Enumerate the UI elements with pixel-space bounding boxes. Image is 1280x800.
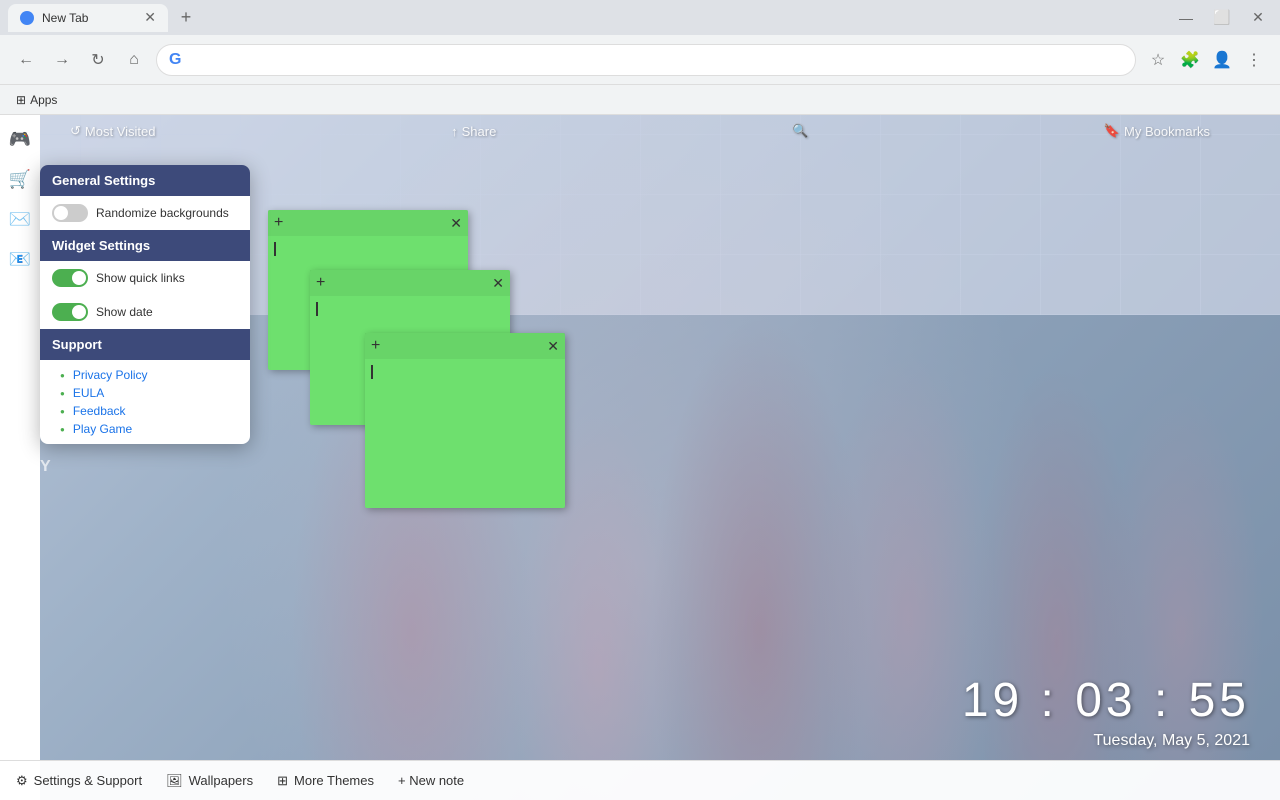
sidebar-icon-gmail[interactable]: ✉️ — [4, 203, 36, 235]
randomize-bg-toggle[interactable] — [52, 204, 88, 222]
extensions-icon[interactable]: 🧩 — [1176, 46, 1204, 74]
y-label: Y — [40, 458, 51, 476]
maximize-button[interactable]: ⬜ — [1208, 4, 1236, 32]
sticky-note-1-add[interactable]: + — [274, 214, 283, 232]
settings-support-button[interactable]: ⚙ Settings & Support — [16, 773, 142, 789]
wallpapers-label: Wallpapers — [189, 773, 254, 788]
back-button[interactable]: ← — [12, 46, 40, 74]
sticky-note-2-add[interactable]: + — [316, 274, 325, 292]
settings-gear-icon: ⚙ — [16, 773, 28, 789]
general-settings-header: General Settings — [40, 165, 250, 196]
sticky-cursor-2 — [316, 302, 318, 316]
sidebar-icon-games[interactable]: 🎮 — [4, 123, 36, 155]
forward-button[interactable]: → — [48, 46, 76, 74]
sticky-note-3-add[interactable]: + — [371, 337, 380, 355]
top-navigation: ↺ Most Visited ↑ Share 🔍 🔖 My Bookmarks — [50, 123, 1230, 139]
minimize-button[interactable]: — — [1172, 4, 1200, 32]
new-note-button[interactable]: + New note — [398, 773, 464, 788]
star-icon[interactable]: ☆ — [1144, 46, 1172, 74]
show-quick-links-label: Show quick links — [96, 271, 185, 285]
sticky-note-3-header: + ✕ — [365, 333, 565, 359]
google-logo: G — [169, 51, 181, 69]
new-note-label: + New note — [398, 773, 464, 788]
share-link[interactable]: ↑ Share — [451, 124, 496, 139]
most-visited-icon: ↺ — [70, 123, 81, 139]
privacy-policy-link[interactable]: Privacy Policy — [73, 368, 148, 382]
browser-frame: New Tab ✕ + — ⬜ ✕ ← → ↻ ⌂ G ☆ 🧩 👤 ⋮ ⊞ Ap — [0, 0, 1280, 800]
menu-icon[interactable]: ⋮ — [1240, 46, 1268, 74]
show-date-label: Show date — [96, 305, 153, 319]
share-label: Share — [462, 124, 497, 139]
eula-link[interactable]: EULA — [73, 386, 104, 400]
account-icon[interactable]: 👤 — [1208, 46, 1236, 74]
apps-bookmark[interactable]: ⊞ Apps — [8, 91, 65, 109]
clock-widget: 19 : 03 : 55 Tuesday, May 5, 2021 — [962, 673, 1250, 750]
title-bar-controls: — ⬜ ✕ — [1172, 4, 1272, 32]
bookmarks-icon: 🔖 — [1104, 123, 1120, 139]
clock-time: 19 : 03 : 55 — [962, 673, 1250, 728]
tab-close-button[interactable]: ✕ — [144, 9, 156, 26]
show-date-row: Show date — [40, 295, 250, 329]
sticky-note-2-close[interactable]: ✕ — [492, 275, 504, 292]
close-button[interactable]: ✕ — [1244, 4, 1272, 32]
url-input[interactable] — [187, 52, 1123, 68]
address-bar: ← → ↻ ⌂ G ☆ 🧩 👤 ⋮ — [0, 35, 1280, 85]
bottom-bar: ⚙ Settings & Support 🖼 Wallpapers ⊞ More… — [0, 760, 1280, 800]
clock-date: Tuesday, May 5, 2021 — [962, 732, 1250, 750]
randomize-bg-label: Randomize backgrounds — [96, 206, 229, 220]
randomize-bg-row: Randomize backgrounds — [40, 196, 250, 230]
support-header: Support — [40, 329, 250, 360]
show-quick-links-row: Show quick links — [40, 261, 250, 295]
main-content: 🎮 🛒 ✉️ 📧 Y ↺ Most Visited ↑ Share 🔍 🔖 My… — [0, 115, 1280, 800]
sidebar-icons: 🎮 🛒 ✉️ 📧 Y — [0, 115, 40, 800]
home-button[interactable]: ⌂ — [120, 46, 148, 74]
more-themes-button[interactable]: ⊞ More Themes — [277, 773, 374, 789]
tab-favicon — [20, 11, 34, 25]
settings-support-label: Settings & Support — [34, 773, 142, 788]
settings-panel: General Settings Randomize backgrounds W… — [40, 165, 250, 444]
url-bar[interactable]: G — [156, 44, 1136, 76]
title-bar: New Tab ✕ + — ⬜ ✕ — [0, 0, 1280, 35]
apps-grid-icon: ⊞ — [16, 93, 26, 107]
most-visited-link[interactable]: ↺ Most Visited — [70, 123, 155, 139]
sticky-note-3[interactable]: + ✕ — [365, 333, 565, 508]
tab-title: New Tab — [42, 11, 88, 25]
feedback-link[interactable]: Feedback — [73, 404, 126, 418]
search-icon: 🔍 — [792, 123, 808, 139]
share-icon: ↑ — [451, 124, 458, 139]
my-bookmarks-link[interactable]: 🔖 My Bookmarks — [1104, 123, 1210, 139]
show-quick-links-toggle[interactable] — [52, 269, 88, 287]
wallpaper-icon: 🖼 — [166, 773, 183, 789]
bookmarks-bar: ⊞ Apps — [0, 85, 1280, 115]
sidebar-icon-amazon[interactable]: 🛒 — [4, 163, 36, 195]
sticky-cursor-3 — [371, 365, 373, 379]
widget-settings-header: Widget Settings — [40, 230, 250, 261]
play-game-link[interactable]: Play Game — [73, 422, 132, 436]
new-tab-button[interactable]: + — [172, 4, 200, 32]
sticky-note-1-header: + ✕ — [268, 210, 468, 236]
search-center-icon[interactable]: 🔍 — [792, 123, 808, 139]
sticky-note-1-close[interactable]: ✕ — [450, 215, 462, 232]
sticky-cursor-1 — [274, 242, 276, 256]
wallpapers-button[interactable]: 🖼 Wallpapers — [166, 773, 253, 789]
browser-tab[interactable]: New Tab ✕ — [8, 4, 168, 32]
most-visited-label: Most Visited — [85, 124, 156, 139]
address-bar-icons: ☆ 🧩 👤 ⋮ — [1144, 46, 1268, 74]
sticky-note-3-close[interactable]: ✕ — [547, 338, 559, 355]
sticky-note-2-header: + ✕ — [310, 270, 510, 296]
sticky-note-3-body[interactable] — [365, 359, 565, 508]
themes-grid-icon: ⊞ — [277, 773, 288, 789]
sidebar-icon-email[interactable]: 📧 — [4, 243, 36, 275]
refresh-button[interactable]: ↻ — [84, 46, 112, 74]
more-themes-label: More Themes — [294, 773, 374, 788]
my-bookmarks-label: My Bookmarks — [1124, 124, 1210, 139]
show-date-toggle[interactable] — [52, 303, 88, 321]
apps-label: Apps — [30, 93, 57, 107]
